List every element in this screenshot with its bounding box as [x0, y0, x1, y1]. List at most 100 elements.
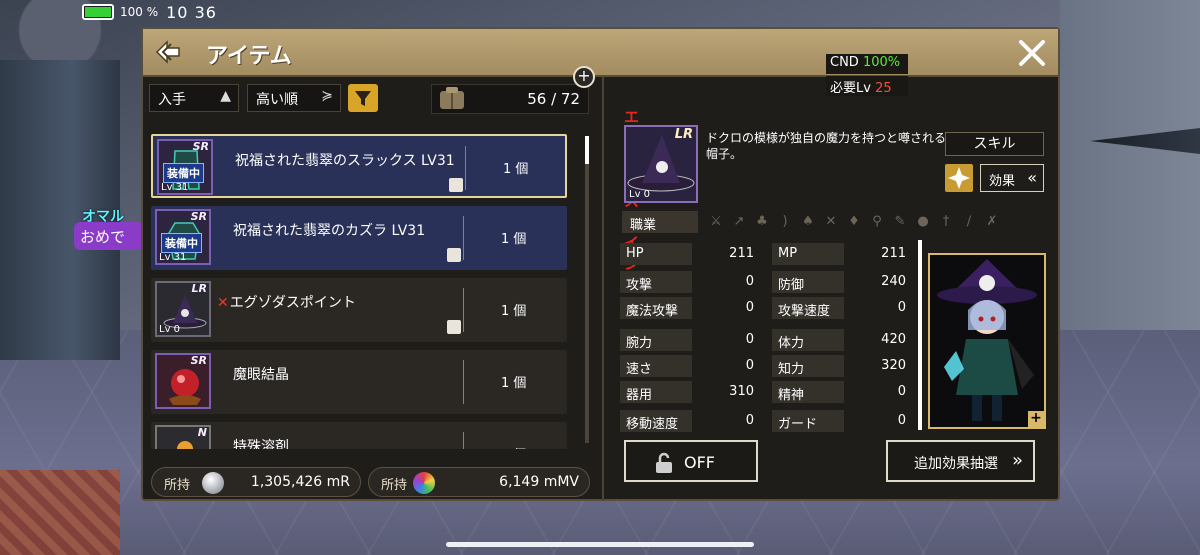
bag-icon [440, 87, 464, 109]
character-preview-image [937, 259, 1037, 421]
chevron-right-icon: » [1011, 450, 1023, 471]
rapier-icon: ∕ [966, 214, 972, 229]
equipped-badge: 装備中 [163, 163, 204, 183]
item-thumbnail: SR [155, 353, 211, 409]
currency-amount: 6,149 mMV [499, 474, 579, 490]
slot-head-icon [447, 320, 461, 334]
rank-badge: SR [190, 210, 207, 223]
stat-dexterity: 器用 310 [620, 381, 758, 403]
stat-speed: 速さ 0 [620, 355, 758, 377]
stat-move-speed: 移動速度 0 [620, 410, 758, 432]
wand-icon: ✎ [894, 214, 906, 229]
chevron-left-icon: « [1027, 168, 1037, 187]
chevron-down-icon: ≽ [321, 88, 333, 104]
stat-spirit: 精神 0 [772, 381, 910, 403]
skill-button[interactable]: スキル [945, 132, 1044, 156]
equipped-badge: 装備中 [161, 233, 202, 253]
item-list[interactable]: SR 装備中 Lv 31 祝福された翡翠のスラックス LV31 1 個 SR 装… [151, 134, 569, 449]
spear-icon: ↗ [733, 214, 745, 229]
scythe-icon: ✗ [986, 214, 998, 229]
lock-toggle-button[interactable]: OFF [624, 440, 758, 482]
selected-item-thumbnail: LR Lv 0 [624, 125, 698, 203]
item-level: Lv 31 [159, 252, 187, 263]
home-indicator[interactable] [446, 542, 754, 547]
item-quantity: 1 個 [501, 376, 527, 391]
clock: 10 36 [166, 2, 217, 22]
stat-defense: 防御 240 [772, 271, 910, 293]
rank-badge: LR [191, 282, 207, 295]
rank-badge: LR [674, 127, 693, 142]
capacity-value: 56 / 72 [527, 90, 580, 108]
sparkle-icon[interactable] [945, 164, 973, 192]
obtain-sort-label: 入手 [158, 92, 186, 108]
currency-mmv: 所持 6,149 mMV [368, 467, 590, 497]
condition: CND 100% [826, 54, 908, 74]
back-button[interactable] [153, 37, 183, 67]
draw-label: 追加効果抽選 [914, 456, 998, 472]
item-thumbnail: N [155, 425, 211, 449]
item-level: Lv 31 [161, 182, 189, 193]
crossed-axes-icon: ✕ [825, 214, 837, 229]
job-row: 職業 ⚔ ↗ ♣ ) ♠ ✕ ♦ ⚲ ✎ ● † ∕ ✗ [622, 211, 1032, 233]
status-bar: 100 % 10 36 [82, 2, 217, 22]
battery-percent: 100 % [120, 5, 159, 19]
character-portrait[interactable]: + [928, 253, 1046, 429]
item-name: 魔眼結晶 [233, 367, 289, 383]
rank-badge: SR [192, 140, 209, 153]
stat-strength: 腕力 0 [620, 329, 758, 351]
close-icon [1019, 40, 1045, 66]
lock-toggle-label: OFF [684, 453, 715, 472]
extra-effect-draw-button[interactable]: 追加効果抽選 » [886, 440, 1035, 482]
item-level: Lv 0 [159, 324, 181, 335]
rank-badge: N [197, 426, 207, 439]
item-list-scroll-thumb[interactable] [585, 136, 589, 164]
stat-attack-speed: 攻撃速度 0 [772, 297, 910, 319]
stat-mp: MP 211 [772, 243, 910, 265]
battery-icon [82, 4, 114, 20]
currency-amount: 1,305,426 mR [250, 474, 350, 490]
slot-legs-icon [449, 178, 463, 192]
job-icons: ⚔ ↗ ♣ ) ♠ ✕ ♦ ⚲ ✎ ● † ∕ ✗ [708, 214, 1000, 230]
unlock-icon [656, 452, 672, 473]
obtain-sort-dropdown[interactable]: 入手 ▲ [149, 84, 239, 112]
condition-value: 100% [862, 55, 901, 70]
shield-icon: ♦ [848, 214, 860, 229]
list-item[interactable]: SR 装備中 Lv 31 祝福された翡翠のスラックス LV31 1 個 [151, 134, 567, 198]
effect-button[interactable]: 効果 « [980, 164, 1044, 192]
mace-icon: ♣ [756, 214, 768, 229]
item-list-scrollbar[interactable] [585, 136, 589, 443]
list-item[interactable]: SR 装備中 Lv 31 祝福された翡翠のカズラ LV31 1 個 [151, 206, 567, 270]
item-quantity: 1 個 [501, 232, 527, 247]
filter-button[interactable] [348, 84, 378, 112]
currency-label: 所持 [164, 478, 191, 493]
stat-hp: HP 211 [620, 243, 758, 265]
list-item[interactable]: LR Lv 0 ✕エグゾダスポイント 1 個 [151, 278, 567, 342]
order-sort-label: 高い順 [256, 92, 298, 108]
stats-scrollbar[interactable] [918, 240, 922, 430]
order-sort-dropdown[interactable]: 高い順 ≽ [247, 84, 341, 112]
sort-up-icon: ▲ [220, 88, 231, 104]
portrait-plus-icon[interactable]: + [1028, 411, 1044, 427]
close-button[interactable] [1015, 36, 1049, 70]
background-wall [1060, 0, 1200, 330]
item-thumbnail: SR 装備中 Lv 31 [155, 209, 211, 265]
stat-vitality: 体力 420 [772, 329, 910, 351]
list-item[interactable]: SR 魔眼結晶 1 個 [151, 350, 567, 414]
stat-intelligence: 知力 320 [772, 355, 910, 377]
background-rug [0, 470, 120, 555]
red-orb-icon [169, 369, 201, 405]
item-quantity: 1 個 [501, 444, 526, 449]
orb-icon: ● [917, 214, 929, 229]
currency-mr: 所持 1,305,426 mR [151, 467, 361, 497]
effect-label: 効果 [989, 174, 1016, 189]
stat-attack: 攻撃 0 [620, 271, 758, 293]
item-description: ドクロの模様が独自の魔力を持つと噂される帽子。 [706, 131, 947, 161]
expand-capacity-button[interactable]: + [573, 66, 595, 88]
item-level: Lv 0 [629, 189, 651, 200]
window-header: アイテム [143, 29, 1058, 77]
list-item[interactable]: N 特殊溶剤 1 個 [151, 422, 567, 449]
chat-bubble: おめで [74, 222, 144, 250]
job-label: 職業 [622, 211, 698, 233]
item-thumbnail: LR Lv 0 [155, 281, 211, 337]
gem-coin-icon [413, 472, 435, 494]
